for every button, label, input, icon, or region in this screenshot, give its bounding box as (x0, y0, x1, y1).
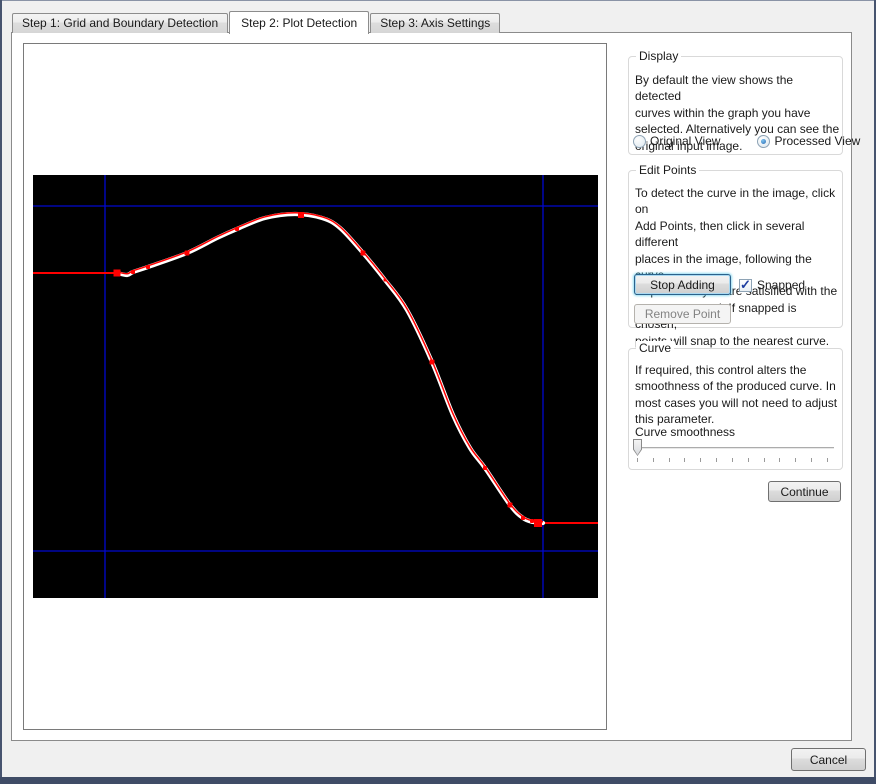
checkmark-icon: ✓ (740, 277, 751, 293)
processed-plot-image[interactable] (33, 175, 598, 598)
original-view-radio[interactable] (633, 135, 646, 148)
snapped-checkbox[interactable]: ✓ (739, 279, 752, 292)
snapped-label[interactable]: Snapped (757, 278, 805, 292)
continue-button[interactable]: Continue (768, 481, 841, 502)
slider-track[interactable] (633, 447, 834, 449)
window-border-top (0, 0, 876, 1)
step-tab-bar: Step 1: Grid and Boundary Detection Step… (12, 10, 501, 33)
remove-point-button[interactable]: Remove Point (634, 304, 731, 324)
window-border-bottom (0, 777, 876, 784)
snapped-check-row: ✓ Snapped (739, 278, 805, 292)
curve-smoothness-label: Curve smoothness (635, 425, 735, 439)
edit-points-group-title: Edit Points (636, 163, 699, 177)
view-radio-row: Original View Processed View (633, 134, 860, 148)
plot-detection-dialog: Step 1: Grid and Boundary Detection Step… (0, 0, 876, 784)
slider-tick-marks (637, 458, 828, 462)
stop-adding-button[interactable]: Stop Adding (634, 274, 731, 295)
cancel-button[interactable]: Cancel (791, 748, 866, 771)
processed-view-label[interactable]: Processed View (774, 134, 860, 148)
detected-curve-svg (33, 175, 598, 598)
window-border-left (0, 0, 2, 784)
tab-step1-grid-boundary-detection[interactable]: Step 1: Grid and Boundary Detection (12, 13, 228, 33)
curve-smoothness-slider[interactable] (633, 439, 834, 459)
original-view-label[interactable]: Original View (650, 134, 720, 148)
display-group: Display By default the view shows the de… (628, 56, 843, 155)
tab-step2-plot-detection[interactable]: Step 2: Plot Detection (229, 11, 369, 34)
display-group-title: Display (636, 49, 681, 63)
tab-step3-axis-settings[interactable]: Step 3: Axis Settings (370, 13, 500, 33)
curve-group-title: Curve (636, 341, 674, 355)
curve-group: Curve If required, this control alters t… (628, 348, 843, 470)
edit-points-description: To detect the curve in the image, click … (635, 185, 840, 349)
slider-thumb[interactable] (633, 439, 642, 456)
slider-thumb-face (634, 440, 641, 455)
edit-points-group: Edit Points To detect the curve in the i… (628, 170, 843, 328)
curve-description: If required, this control alters the smo… (635, 362, 840, 428)
processed-view-radio[interactable] (757, 135, 770, 148)
